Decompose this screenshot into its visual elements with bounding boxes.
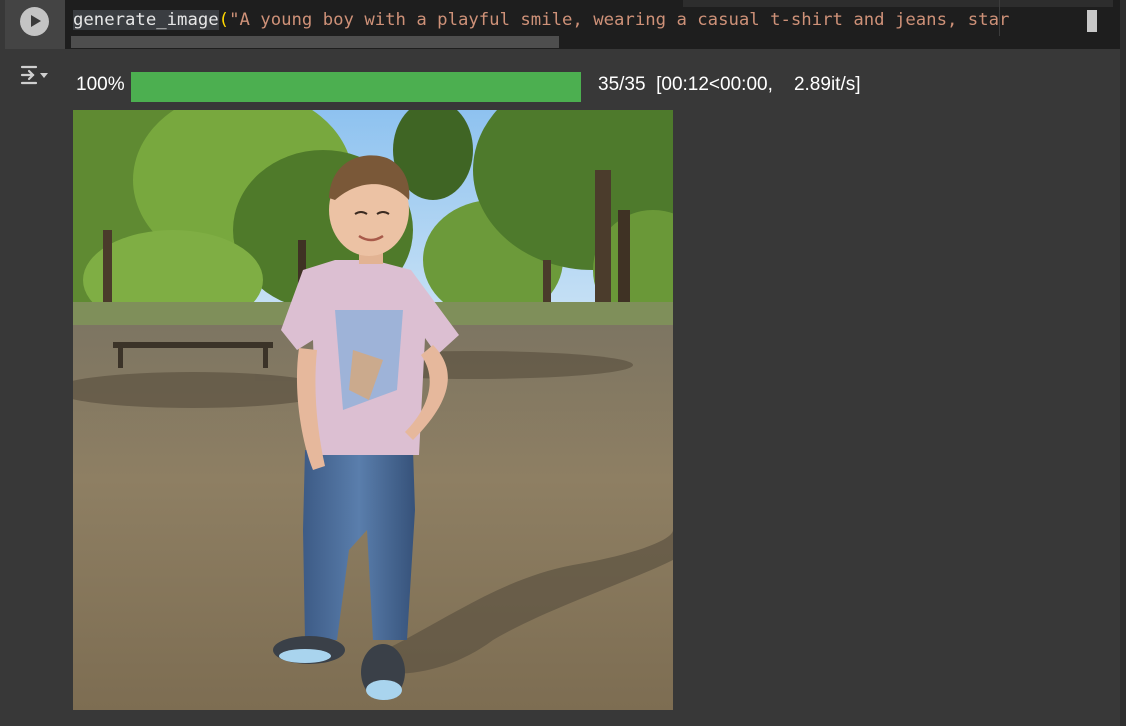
code-string-literal: "A young boy with a playful smile, weari… — [229, 10, 1010, 30]
progress-stats: 35/35 [00:12<00:00, 2.89it/s] — [598, 74, 861, 95]
progress-bar-fill — [131, 72, 581, 102]
code-editor[interactable]: generate_image("A young boy with a playf… — [65, 0, 1120, 49]
code-open-paren: ( — [218, 10, 230, 30]
notebook: generate_image("A young boy with a playf… — [0, 0, 1126, 726]
generated-image — [73, 110, 673, 710]
code-line[interactable]: generate_image("A young boy with a playf… — [73, 9, 1103, 31]
editor-horizontal-scrollbar[interactable] — [71, 36, 559, 48]
progress-bar — [131, 72, 581, 102]
output-collapse-icon — [20, 65, 48, 85]
code-function-name: generate_image — [73, 10, 219, 30]
editor-minimap-bar — [683, 0, 1113, 7]
run-cell-button[interactable] — [20, 7, 49, 36]
progress-percent: 100% — [76, 74, 125, 95]
page-scrollbar[interactable] — [1120, 0, 1126, 726]
output-collapse-button[interactable] — [19, 62, 51, 90]
editor-vertical-scrollbar-thumb[interactable] — [1087, 10, 1097, 32]
